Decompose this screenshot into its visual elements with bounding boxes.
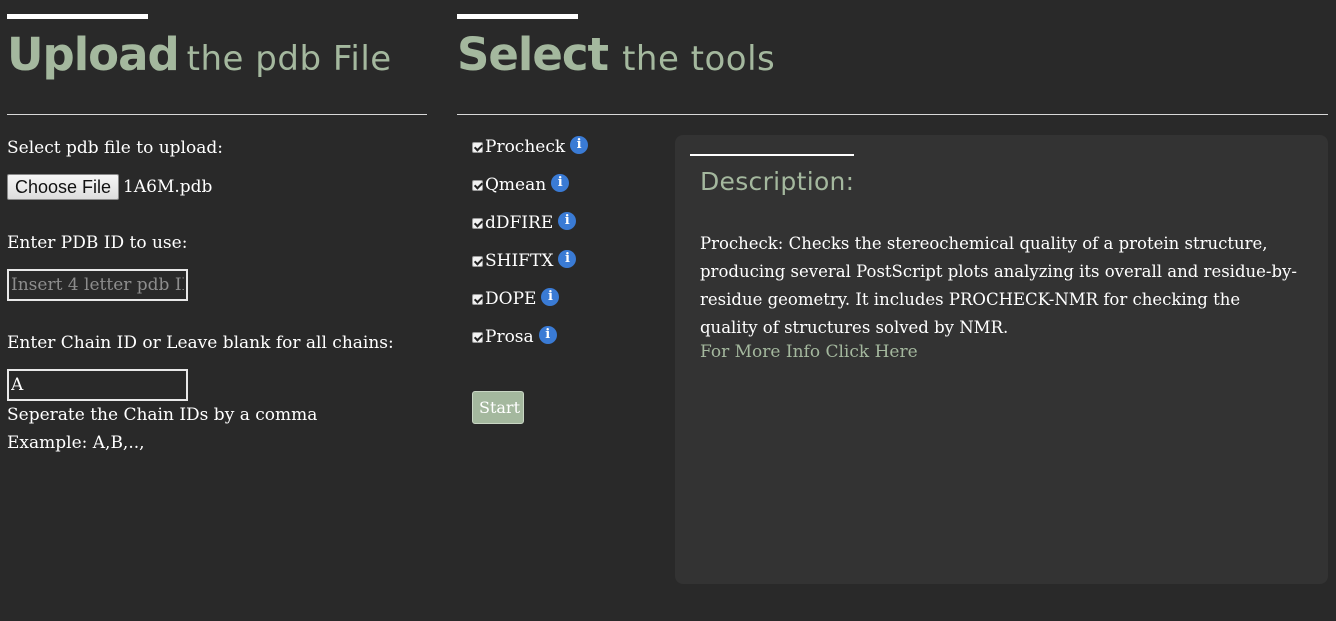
tool-label: dDFIRE (485, 213, 554, 233)
tool-procheck: Procheck i (472, 136, 589, 157)
upload-heading: Upload the pdb File (7, 28, 392, 81)
page: Upload the pdb File Select pdb file to up… (0, 0, 1336, 621)
file-upload-row: Choose File 1A6M.pdb (7, 174, 212, 200)
select-heading-strong: Select (457, 28, 609, 81)
info-icon[interactable]: i (570, 136, 589, 154)
qmean-checkbox[interactable] (472, 179, 483, 191)
tool-prosa: Prosa i (472, 326, 557, 347)
file-upload-label: Select pdb file to upload: (7, 138, 223, 158)
upload-heading-strong: Upload (7, 28, 180, 81)
upload-accent-bar (7, 14, 148, 19)
select-heading: Select the tools (457, 28, 775, 81)
choose-file-button[interactable]: Choose File (7, 174, 120, 200)
tool-dope: DOPE i (472, 288, 560, 309)
tool-qmean: Qmean i (472, 174, 570, 195)
tool-shiftx: SHIFTX i (472, 250, 577, 271)
tool-label: DOPE (485, 289, 537, 309)
prosa-checkbox[interactable] (472, 331, 483, 343)
description-text: Procheck: Checks the stereochemical qual… (700, 234, 1297, 337)
select-heading-light: the tools (622, 39, 776, 79)
pdb-id-label: Enter PDB ID to use: (7, 233, 188, 253)
chain-id-label: Enter Chain ID or Leave blank for all ch… (7, 333, 394, 353)
chain-id-example: Example: A,B,.., (7, 433, 145, 453)
selected-file-name: 1A6M.pdb (123, 177, 213, 197)
info-icon[interactable]: i (558, 212, 577, 230)
chain-id-input[interactable] (7, 369, 188, 401)
tool-label: Qmean (485, 175, 547, 195)
chain-id-hint: Seperate the Chain IDs by a comma (7, 405, 318, 425)
description-accent-bar (690, 154, 854, 156)
more-info-link[interactable]: For More Info Click Here (700, 342, 918, 362)
description-panel: Description: Procheck: Checks the stereo… (675, 135, 1328, 584)
info-icon[interactable]: i (538, 326, 557, 344)
info-icon[interactable]: i (541, 288, 560, 306)
info-icon[interactable]: i (558, 250, 577, 268)
start-button[interactable]: Start (472, 391, 524, 424)
tool-label: Prosa (485, 327, 534, 347)
select-divider (457, 114, 1328, 115)
tool-ddfire: dDFIRE i (472, 212, 577, 233)
select-accent-bar (457, 14, 578, 19)
upload-divider (7, 114, 427, 115)
dope-checkbox[interactable] (472, 293, 483, 305)
pdb-id-input[interactable] (7, 269, 188, 301)
info-icon[interactable]: i (551, 174, 570, 192)
tool-label: SHIFTX (485, 251, 554, 271)
ddfire-checkbox[interactable] (472, 217, 483, 229)
tool-label: Procheck (485, 137, 566, 157)
description-title: Description: (700, 167, 855, 196)
procheck-checkbox[interactable] (472, 141, 483, 153)
shiftx-checkbox[interactable] (472, 255, 483, 267)
upload-heading-light: the pdb File (186, 39, 392, 79)
